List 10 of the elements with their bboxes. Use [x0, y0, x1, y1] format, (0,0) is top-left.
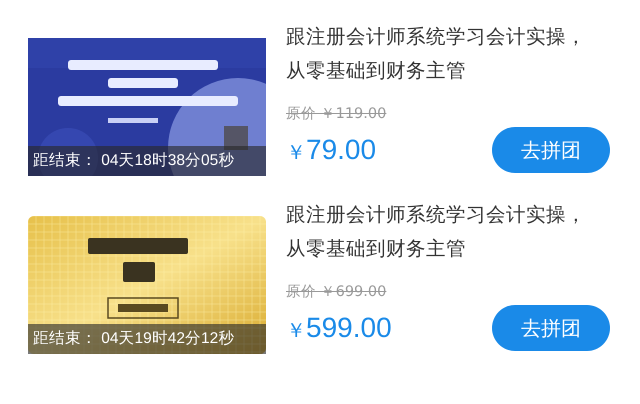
sale-price: ￥79.00 [286, 134, 376, 166]
group-buy-button[interactable]: 去拼团 [492, 127, 610, 173]
original-price: 原价 ￥699.00 [286, 283, 386, 301]
group-buy-button[interactable]: 去拼团 [492, 305, 610, 351]
course-title[interactable]: 跟注册会计师系统学习会计实操，从零基础到财务主管 [286, 20, 598, 88]
original-price: 原价 ￥119.00 [286, 105, 386, 123]
course-title[interactable]: 跟注册会计师系统学习会计实操，从零基础到财务主管 [286, 198, 598, 266]
countdown-timer: 距结束： 04天19时42分12秒 [28, 324, 266, 354]
countdown-timer: 距结束： 04天18时38分05秒 [28, 146, 266, 176]
sale-price: ￥599.00 [286, 312, 392, 344]
